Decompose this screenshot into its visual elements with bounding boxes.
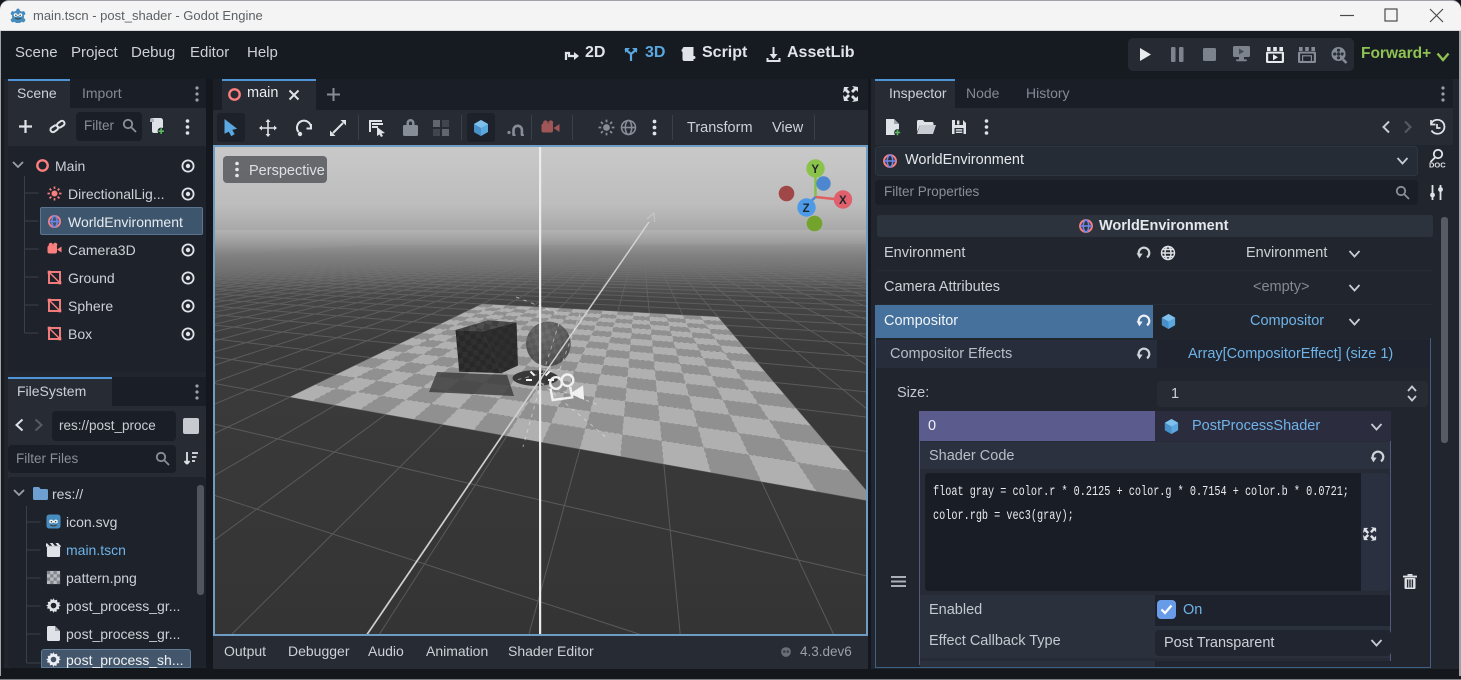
svg-text:DOC: DOC — [1429, 161, 1446, 170]
svg-text:Z: Z — [803, 203, 810, 215]
svg-text:Y: Y — [811, 164, 819, 176]
svg-text:X: X — [839, 195, 847, 207]
svg-text:Perspective: Perspective — [249, 163, 325, 179]
